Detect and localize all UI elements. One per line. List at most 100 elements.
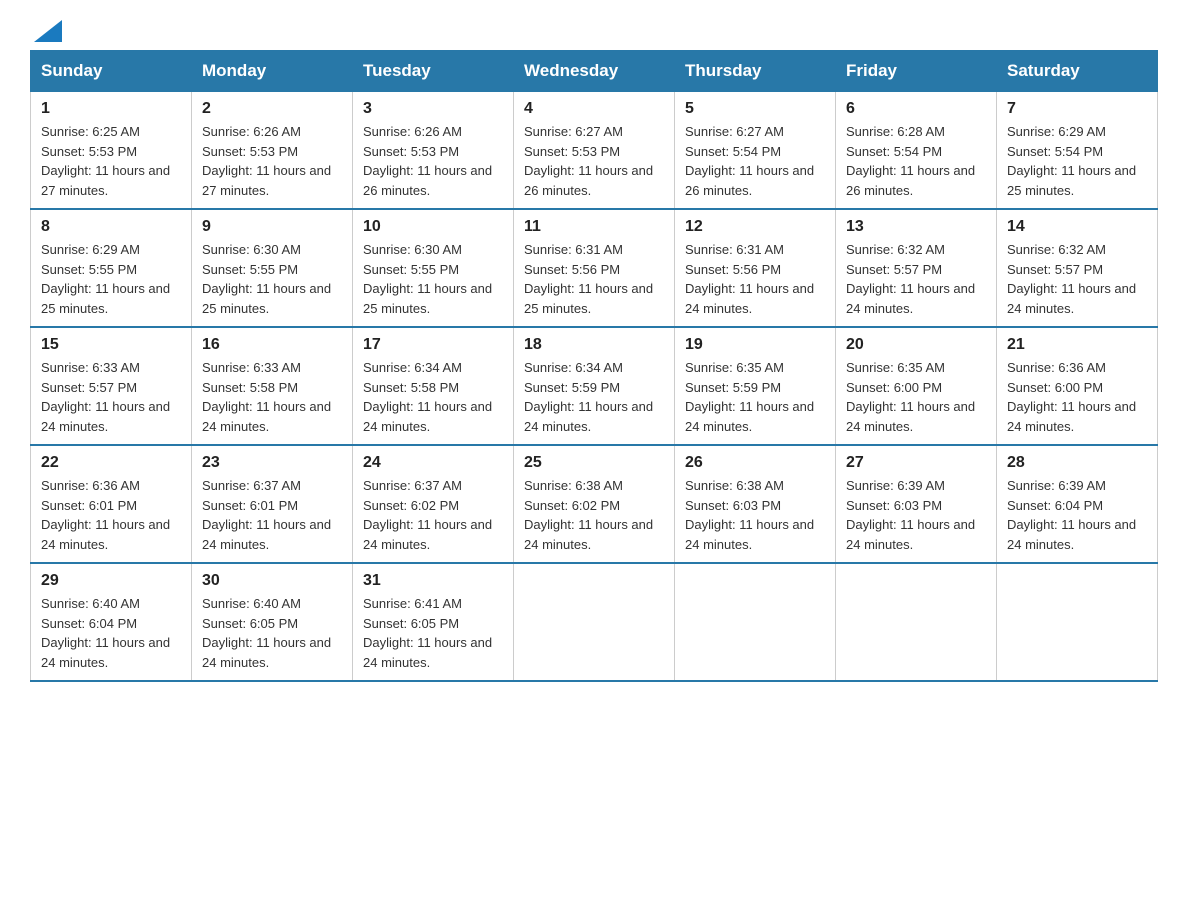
calendar-cell (997, 563, 1158, 681)
day-info: Sunrise: 6:39 AMSunset: 6:03 PMDaylight:… (846, 476, 986, 554)
day-info: Sunrise: 6:26 AMSunset: 5:53 PMDaylight:… (363, 122, 503, 200)
day-number: 9 (202, 218, 342, 236)
day-info: Sunrise: 6:27 AMSunset: 5:54 PMDaylight:… (685, 122, 825, 200)
day-number: 31 (363, 572, 503, 590)
day-info: Sunrise: 6:35 AMSunset: 6:00 PMDaylight:… (846, 358, 986, 436)
day-info: Sunrise: 6:25 AMSunset: 5:53 PMDaylight:… (41, 122, 181, 200)
calendar-cell: 16 Sunrise: 6:33 AMSunset: 5:58 PMDaylig… (192, 327, 353, 445)
calendar-cell: 3 Sunrise: 6:26 AMSunset: 5:53 PMDayligh… (353, 92, 514, 210)
logo-triangle-icon (34, 20, 62, 42)
calendar-cell: 7 Sunrise: 6:29 AMSunset: 5:54 PMDayligh… (997, 92, 1158, 210)
calendar-header-saturday: Saturday (997, 51, 1158, 92)
calendar-cell: 14 Sunrise: 6:32 AMSunset: 5:57 PMDaylig… (997, 209, 1158, 327)
calendar-week-row: 15 Sunrise: 6:33 AMSunset: 5:57 PMDaylig… (31, 327, 1158, 445)
day-number: 26 (685, 454, 825, 472)
day-number: 15 (41, 336, 181, 354)
day-info: Sunrise: 6:35 AMSunset: 5:59 PMDaylight:… (685, 358, 825, 436)
day-info: Sunrise: 6:29 AMSunset: 5:55 PMDaylight:… (41, 240, 181, 318)
calendar-header-tuesday: Tuesday (353, 51, 514, 92)
calendar-cell: 21 Sunrise: 6:36 AMSunset: 6:00 PMDaylig… (997, 327, 1158, 445)
calendar-header-sunday: Sunday (31, 51, 192, 92)
day-number: 21 (1007, 336, 1147, 354)
calendar-cell: 11 Sunrise: 6:31 AMSunset: 5:56 PMDaylig… (514, 209, 675, 327)
calendar-cell: 13 Sunrise: 6:32 AMSunset: 5:57 PMDaylig… (836, 209, 997, 327)
day-number: 10 (363, 218, 503, 236)
day-info: Sunrise: 6:30 AMSunset: 5:55 PMDaylight:… (363, 240, 503, 318)
day-number: 8 (41, 218, 181, 236)
day-info: Sunrise: 6:31 AMSunset: 5:56 PMDaylight:… (524, 240, 664, 318)
day-info: Sunrise: 6:39 AMSunset: 6:04 PMDaylight:… (1007, 476, 1147, 554)
day-number: 14 (1007, 218, 1147, 236)
day-number: 16 (202, 336, 342, 354)
calendar-header-wednesday: Wednesday (514, 51, 675, 92)
day-number: 7 (1007, 100, 1147, 118)
day-info: Sunrise: 6:40 AMSunset: 6:05 PMDaylight:… (202, 594, 342, 672)
calendar-cell: 9 Sunrise: 6:30 AMSunset: 5:55 PMDayligh… (192, 209, 353, 327)
calendar-cell (514, 563, 675, 681)
day-number: 23 (202, 454, 342, 472)
day-number: 22 (41, 454, 181, 472)
calendar-header-friday: Friday (836, 51, 997, 92)
calendar-cell: 23 Sunrise: 6:37 AMSunset: 6:01 PMDaylig… (192, 445, 353, 563)
calendar-header-thursday: Thursday (675, 51, 836, 92)
calendar-cell: 15 Sunrise: 6:33 AMSunset: 5:57 PMDaylig… (31, 327, 192, 445)
calendar-week-row: 1 Sunrise: 6:25 AMSunset: 5:53 PMDayligh… (31, 92, 1158, 210)
day-info: Sunrise: 6:41 AMSunset: 6:05 PMDaylight:… (363, 594, 503, 672)
calendar-cell: 30 Sunrise: 6:40 AMSunset: 6:05 PMDaylig… (192, 563, 353, 681)
day-info: Sunrise: 6:30 AMSunset: 5:55 PMDaylight:… (202, 240, 342, 318)
day-number: 13 (846, 218, 986, 236)
day-number: 25 (524, 454, 664, 472)
calendar-week-row: 22 Sunrise: 6:36 AMSunset: 6:01 PMDaylig… (31, 445, 1158, 563)
calendar-cell: 8 Sunrise: 6:29 AMSunset: 5:55 PMDayligh… (31, 209, 192, 327)
calendar-cell: 10 Sunrise: 6:30 AMSunset: 5:55 PMDaylig… (353, 209, 514, 327)
day-number: 2 (202, 100, 342, 118)
day-info: Sunrise: 6:36 AMSunset: 6:01 PMDaylight:… (41, 476, 181, 554)
calendar-week-row: 29 Sunrise: 6:40 AMSunset: 6:04 PMDaylig… (31, 563, 1158, 681)
day-info: Sunrise: 6:34 AMSunset: 5:58 PMDaylight:… (363, 358, 503, 436)
calendar-cell: 17 Sunrise: 6:34 AMSunset: 5:58 PMDaylig… (353, 327, 514, 445)
calendar-cell: 22 Sunrise: 6:36 AMSunset: 6:01 PMDaylig… (31, 445, 192, 563)
calendar-cell: 20 Sunrise: 6:35 AMSunset: 6:00 PMDaylig… (836, 327, 997, 445)
day-info: Sunrise: 6:37 AMSunset: 6:02 PMDaylight:… (363, 476, 503, 554)
page-header (30, 20, 1158, 40)
calendar-cell: 12 Sunrise: 6:31 AMSunset: 5:56 PMDaylig… (675, 209, 836, 327)
day-number: 17 (363, 336, 503, 354)
day-number: 30 (202, 572, 342, 590)
calendar-cell: 27 Sunrise: 6:39 AMSunset: 6:03 PMDaylig… (836, 445, 997, 563)
day-info: Sunrise: 6:38 AMSunset: 6:02 PMDaylight:… (524, 476, 664, 554)
calendar-cell: 5 Sunrise: 6:27 AMSunset: 5:54 PMDayligh… (675, 92, 836, 210)
calendar-cell: 1 Sunrise: 6:25 AMSunset: 5:53 PMDayligh… (31, 92, 192, 210)
calendar-cell (675, 563, 836, 681)
day-info: Sunrise: 6:32 AMSunset: 5:57 PMDaylight:… (846, 240, 986, 318)
day-info: Sunrise: 6:33 AMSunset: 5:58 PMDaylight:… (202, 358, 342, 436)
day-number: 4 (524, 100, 664, 118)
day-info: Sunrise: 6:26 AMSunset: 5:53 PMDaylight:… (202, 122, 342, 200)
calendar-table: SundayMondayTuesdayWednesdayThursdayFrid… (30, 50, 1158, 682)
day-info: Sunrise: 6:33 AMSunset: 5:57 PMDaylight:… (41, 358, 181, 436)
day-number: 12 (685, 218, 825, 236)
calendar-cell (836, 563, 997, 681)
day-info: Sunrise: 6:31 AMSunset: 5:56 PMDaylight:… (685, 240, 825, 318)
calendar-cell: 25 Sunrise: 6:38 AMSunset: 6:02 PMDaylig… (514, 445, 675, 563)
day-number: 19 (685, 336, 825, 354)
day-number: 18 (524, 336, 664, 354)
calendar-cell: 24 Sunrise: 6:37 AMSunset: 6:02 PMDaylig… (353, 445, 514, 563)
day-info: Sunrise: 6:38 AMSunset: 6:03 PMDaylight:… (685, 476, 825, 554)
day-number: 24 (363, 454, 503, 472)
calendar-cell: 18 Sunrise: 6:34 AMSunset: 5:59 PMDaylig… (514, 327, 675, 445)
calendar-cell: 26 Sunrise: 6:38 AMSunset: 6:03 PMDaylig… (675, 445, 836, 563)
day-number: 28 (1007, 454, 1147, 472)
calendar-cell: 2 Sunrise: 6:26 AMSunset: 5:53 PMDayligh… (192, 92, 353, 210)
day-info: Sunrise: 6:32 AMSunset: 5:57 PMDaylight:… (1007, 240, 1147, 318)
day-info: Sunrise: 6:29 AMSunset: 5:54 PMDaylight:… (1007, 122, 1147, 200)
day-info: Sunrise: 6:36 AMSunset: 6:00 PMDaylight:… (1007, 358, 1147, 436)
calendar-cell: 31 Sunrise: 6:41 AMSunset: 6:05 PMDaylig… (353, 563, 514, 681)
day-info: Sunrise: 6:37 AMSunset: 6:01 PMDaylight:… (202, 476, 342, 554)
calendar-cell: 29 Sunrise: 6:40 AMSunset: 6:04 PMDaylig… (31, 563, 192, 681)
day-number: 5 (685, 100, 825, 118)
day-number: 6 (846, 100, 986, 118)
day-info: Sunrise: 6:27 AMSunset: 5:53 PMDaylight:… (524, 122, 664, 200)
calendar-cell: 6 Sunrise: 6:28 AMSunset: 5:54 PMDayligh… (836, 92, 997, 210)
logo (30, 20, 62, 40)
calendar-cell: 19 Sunrise: 6:35 AMSunset: 5:59 PMDaylig… (675, 327, 836, 445)
